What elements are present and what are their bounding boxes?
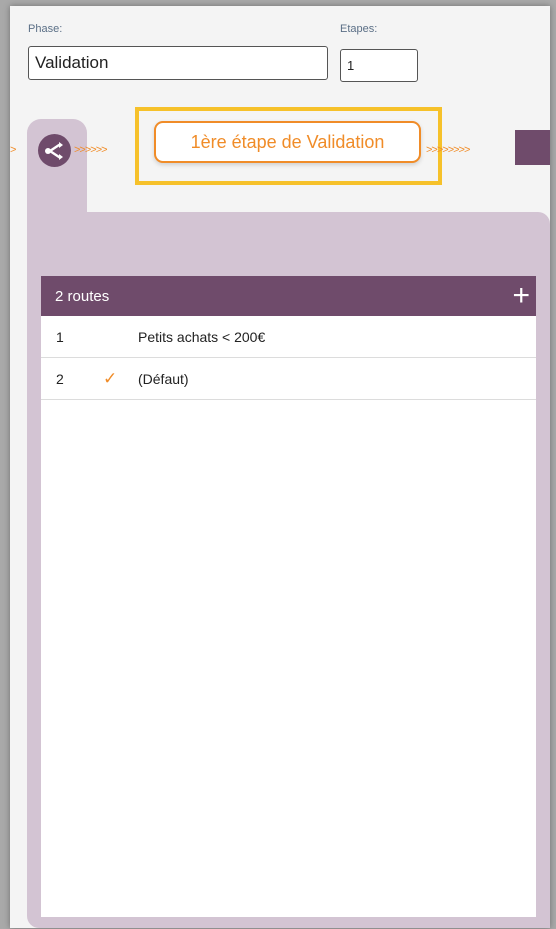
flow-arrows-left: >>>>>> [74,144,108,156]
route-number: 1 [56,328,64,345]
phase-label: Phase: [28,23,63,35]
route-name: (Défaut) [138,370,189,387]
plus-icon[interactable]: + [512,281,530,311]
step-button[interactable]: 1ère étape de Validation [154,121,421,163]
etapes-field[interactable]: 1 [340,49,418,82]
next-step-block[interactable] [515,130,550,165]
etapes-label: Etapes: [340,23,378,35]
flow-arrows-right: >>>>>>>> [426,144,470,156]
route-number: 2 [56,370,64,387]
route-name: Petits achats < 200€ [138,328,266,345]
routes-count: 2 routes [55,287,110,305]
check-icon: ✓ [103,368,118,388]
split-icon[interactable] [38,134,71,167]
routes-header: 2 routes + [41,276,536,316]
routes-list: 2 routes + 1 Petits achats < 200€ 2 ✓ (D… [41,276,536,917]
table-row[interactable]: 2 ✓ (Défaut) [41,358,536,400]
workflow-panel: Phase: Validation Etapes: 1 > >>>>>> 1èr… [10,6,550,928]
phase-field[interactable]: Validation [28,46,328,80]
flow-arrow-lead: > [10,144,17,156]
table-row[interactable]: 1 Petits achats < 200€ [41,316,536,358]
